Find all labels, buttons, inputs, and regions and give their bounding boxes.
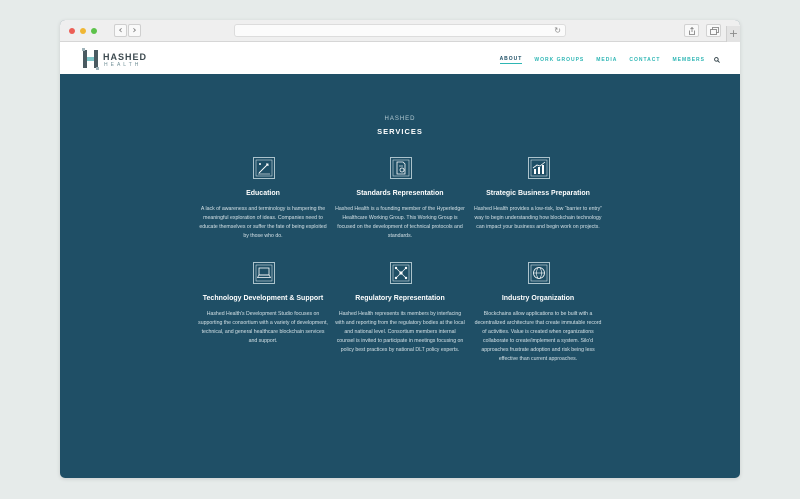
service-description: Hashed Health provides a low-risk, low “… <box>473 206 602 230</box>
back-button[interactable]: ‹ <box>114 24 127 37</box>
logo-name: HASHED <box>103 52 148 62</box>
tabs-overview-button[interactable] <box>706 24 721 37</box>
laptop-icon <box>253 262 275 284</box>
site-header: HASHED HEALTH ABOUT WORK GROUPS MEDIA CO… <box>60 42 740 74</box>
services-section: HASHED SERVICES Education A lack of awar… <box>60 74 740 478</box>
new-tab-button[interactable]: + <box>726 26 740 42</box>
nav-about[interactable]: ABOUT <box>499 56 523 64</box>
education-icon <box>253 157 275 179</box>
standards-document-icon <box>390 157 412 179</box>
service-description: A lack of awareness and terminology is h… <box>199 206 327 239</box>
browser-toolbar: ‹ › ↻ + <box>60 20 740 42</box>
regulatory-network-icon <box>390 262 412 284</box>
search-icon[interactable] <box>714 57 720 63</box>
nav-contact[interactable]: CONTACT <box>629 57 660 63</box>
section-title: SERVICES <box>377 127 423 136</box>
address-bar[interactable]: ↻ <box>234 24 566 37</box>
service-description: Hashed Health represents its members by … <box>335 311 465 353</box>
business-chart-icon <box>528 157 550 179</box>
service-description: Blockchains allow applications to be bui… <box>474 311 602 362</box>
share-button[interactable] <box>684 24 699 37</box>
minimize-window-button[interactable] <box>80 28 86 34</box>
share-icon <box>689 27 695 35</box>
globe-icon <box>528 262 550 284</box>
service-title: Industry Organization <box>501 295 575 302</box>
service-title: Strategic Business Preparation <box>486 190 590 197</box>
nav-work-groups[interactable]: WORK GROUPS <box>534 57 584 63</box>
logo-subtitle: HEALTH <box>104 62 142 68</box>
forward-button[interactable]: › <box>128 24 141 37</box>
close-window-button[interactable] <box>69 28 75 34</box>
reload-icon[interactable]: ↻ <box>554 25 561 37</box>
service-description: Hashed Health's Development Studio focus… <box>198 311 328 344</box>
section-eyebrow: HASHED <box>384 116 416 122</box>
browser-window: ‹ › ↻ + HASHED HEALTH ABOUT WORK GROUPS … <box>60 20 740 478</box>
nav-media[interactable]: MEDIA <box>596 57 617 63</box>
zoom-window-button[interactable] <box>91 28 97 34</box>
nav-members[interactable]: MEMBERS <box>672 57 705 63</box>
logo-mark-icon <box>82 48 99 70</box>
main-navigation: ABOUT WORK GROUPS MEDIA CONTACT MEMBERS <box>488 56 720 64</box>
service-description: Hashed Health is a founding member of th… <box>335 206 465 239</box>
tabs-icon <box>710 27 719 35</box>
